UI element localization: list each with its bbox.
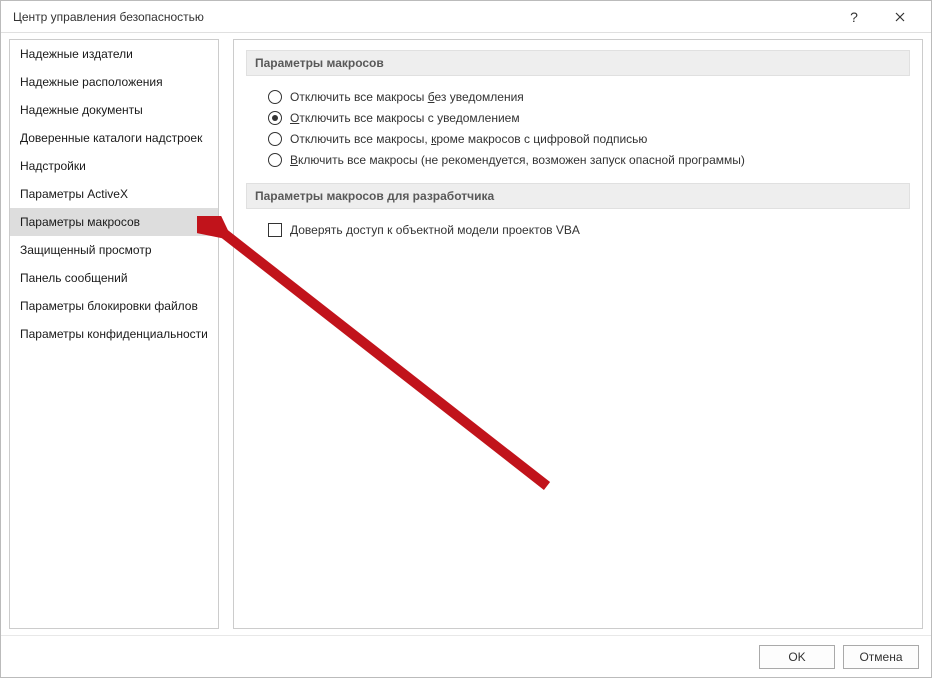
sidebar-item-file-block[interactable]: Параметры блокировки файлов [10, 292, 218, 320]
window-title: Центр управления безопасностью [9, 10, 831, 24]
cancel-button[interactable]: Отмена [843, 645, 919, 669]
sidebar-item-message-bar[interactable]: Панель сообщений [10, 264, 218, 292]
sidebar-item-activex[interactable]: Параметры ActiveX [10, 180, 218, 208]
radio-disable-no-notification[interactable]: Отключить все макросы без уведомления [268, 90, 902, 104]
checkbox-trust-vba[interactable]: Доверять доступ к объектной модели проек… [268, 223, 902, 237]
close-button[interactable] [877, 2, 923, 32]
sidebar-item-macro-settings[interactable]: Параметры макросов [10, 208, 218, 236]
developer-macro-body: Доверять доступ к объектной модели проек… [246, 219, 910, 243]
sidebar-item-privacy[interactable]: Параметры конфиденциальности [10, 320, 218, 348]
close-icon [895, 12, 905, 22]
radio-label: Включить все макросы (не рекомендуется, … [290, 153, 745, 167]
radio-disable-except-signed[interactable]: Отключить все макросы, кроме макросов с … [268, 132, 902, 146]
macro-settings-body: Отключить все макросы без уведомления От… [246, 86, 910, 173]
sidebar-item-addins[interactable]: Надстройки [10, 152, 218, 180]
titlebar: Центр управления безопасностью ? [1, 1, 931, 33]
developer-macro-header: Параметры макросов для разработчика [246, 183, 910, 209]
ok-button[interactable]: OK [759, 645, 835, 669]
macro-settings-header: Параметры макросов [246, 50, 910, 76]
radio-label: Отключить все макросы, кроме макросов с … [290, 132, 647, 146]
main-panel: Параметры макросов Отключить все макросы… [233, 39, 923, 629]
content-area: Надежные издатели Надежные расположения … [1, 33, 931, 629]
radio-icon [268, 153, 282, 167]
checkbox-icon [268, 223, 282, 237]
radio-label: Отключить все макросы с уведомлением [290, 111, 520, 125]
sidebar-item-trusted-documents[interactable]: Надежные документы [10, 96, 218, 124]
sidebar-item-trusted-publishers[interactable]: Надежные издатели [10, 40, 218, 68]
radio-icon [268, 90, 282, 104]
radio-disable-with-notification[interactable]: Отключить все макросы с уведомлением [268, 111, 902, 125]
dialog-footer: OK Отмена [1, 635, 931, 677]
radio-enable-all[interactable]: Включить все макросы (не рекомендуется, … [268, 153, 902, 167]
radio-icon [268, 132, 282, 146]
checkbox-label: Доверять доступ к объектной модели проек… [290, 223, 580, 237]
sidebar-item-trusted-locations[interactable]: Надежные расположения [10, 68, 218, 96]
help-button[interactable]: ? [831, 2, 877, 32]
sidebar: Надежные издатели Надежные расположения … [9, 39, 219, 629]
sidebar-item-protected-view[interactable]: Защищенный просмотр [10, 236, 218, 264]
sidebar-item-trusted-addin-catalogs[interactable]: Доверенные каталоги надстроек [10, 124, 218, 152]
radio-icon [268, 111, 282, 125]
radio-label: Отключить все макросы без уведомления [290, 90, 524, 104]
